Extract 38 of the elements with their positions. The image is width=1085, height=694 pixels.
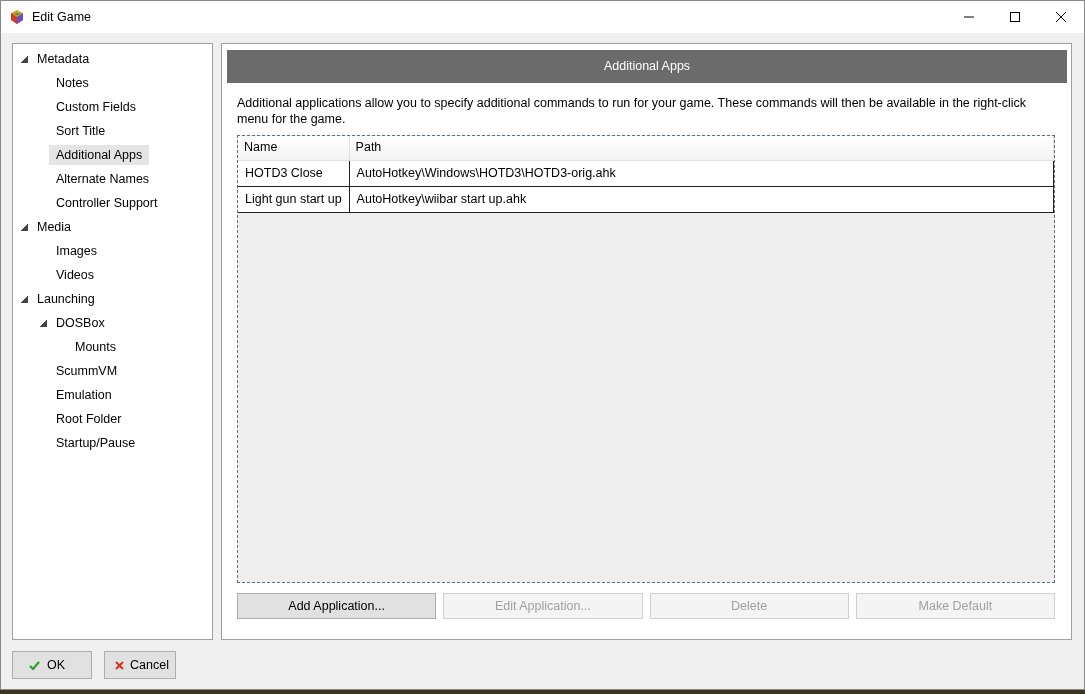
close-icon xyxy=(115,660,124,670)
table-cell: HOTD3 Close xyxy=(238,160,350,186)
tree-item[interactable]: Controller Support xyxy=(49,193,165,213)
checkmark-icon xyxy=(29,660,40,670)
tree-item[interactable]: Root Folder xyxy=(49,409,129,429)
column-header[interactable]: Name xyxy=(238,136,350,160)
tree-item[interactable]: Videos xyxy=(49,265,101,285)
tree-item[interactable]: ScummVM xyxy=(49,361,125,381)
ok-button[interactable]: OK xyxy=(12,651,92,679)
tree-item[interactable]: Images xyxy=(49,241,104,261)
description-text: Additional applications allow you to specify additional commands to run for your game. These commands will then be available in the right-click menu for the game. xyxy=(237,95,1028,127)
window-title: Edit Game xyxy=(32,8,92,26)
app-cube-icon xyxy=(10,10,24,24)
table-cell: Light gun start up xyxy=(238,186,350,212)
panel-header: Additional Apps xyxy=(227,50,1067,83)
tree-item[interactable]: Notes xyxy=(49,73,96,93)
action-button[interactable]: Add Application... xyxy=(237,593,437,619)
maximize-icon[interactable] xyxy=(1010,12,1020,22)
expanded-triangle-icon[interactable] xyxy=(20,223,28,231)
expanded-triangle-icon[interactable] xyxy=(39,319,47,327)
expanded-triangle-icon[interactable] xyxy=(20,55,28,63)
tree-item[interactable]: Metadata xyxy=(30,49,97,69)
tree-item[interactable]: Media xyxy=(30,217,79,237)
tree-item[interactable]: Additional Apps xyxy=(49,145,150,165)
tree-item[interactable]: Startup/Pause xyxy=(49,433,143,453)
cancel-button[interactable]: Cancel xyxy=(104,651,176,679)
tree-item[interactable]: DOSBox xyxy=(49,313,112,333)
tree-item[interactable]: Mounts xyxy=(68,337,123,357)
table-cell: AutoHotkey\wiibar start up.ahk xyxy=(349,186,1054,212)
tree-item[interactable]: Sort Title xyxy=(49,121,113,141)
expanded-triangle-icon[interactable] xyxy=(20,295,28,303)
tree-item[interactable]: Alternate Names xyxy=(49,169,157,189)
close-icon[interactable] xyxy=(1056,12,1066,22)
tree-item[interactable]: Emulation xyxy=(49,385,119,405)
tree-item[interactable]: Custom Fields xyxy=(49,97,143,117)
table-cell: AutoHotkey\Windows\HOTD3\HOTD3-orig.ahk xyxy=(349,160,1054,186)
tree-item[interactable]: Launching xyxy=(30,289,102,309)
column-header[interactable]: Path xyxy=(349,136,1054,160)
